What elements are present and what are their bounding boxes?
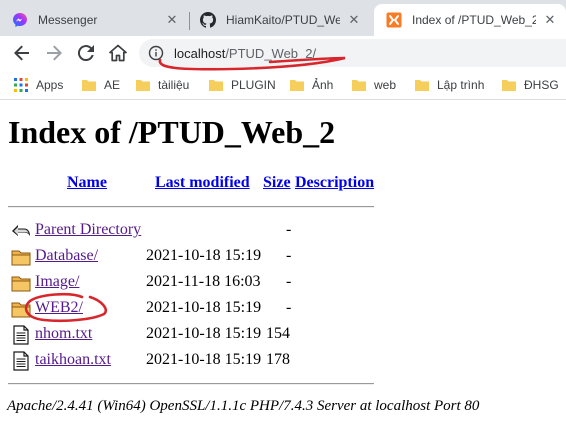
entry-modified: 2021-11-18 16:03 [146,273,261,290]
entry-name-link[interactable]: nhom.txt [35,325,92,343]
folder-icon [82,80,96,91]
tab-title: Index of /PTUD_Web_2 [412,13,536,27]
entry-name-link[interactable]: WEB2/ [35,299,83,317]
table-header: Name Last modified Size Description [0,174,400,194]
entry-size: 154 [266,325,290,342]
bookmark-label: tàiliệu [158,78,190,92]
bookmark-apps[interactable]: Apps [14,77,63,93]
bookmark-folder-anh[interactable]: Ảnh [290,77,333,93]
info-icon[interactable] [148,45,164,61]
folder-icon [11,276,31,292]
close-icon[interactable]: ✕ [164,12,180,28]
bookmark-label: Apps [36,78,64,92]
bookmark-folder-web[interactable]: web [352,77,396,93]
bookmark-label: Lập trình [437,78,485,92]
back-folder-icon [12,225,30,236]
entry-size: - [286,299,292,316]
bookmark-folder-plugin[interactable]: PLUGIN [209,77,276,93]
bookmarks-bar: Apps AE tàiliệu PLUGIN Ảnh web Lập trình… [0,70,566,100]
divider [8,206,374,208]
table-row: Parent Directory - [8,221,378,241]
bookmark-label: PLUGIN [231,78,276,92]
sort-by-size-link[interactable]: Size [263,174,291,192]
forward-arrow-icon [47,45,62,61]
page-title: Index of /PTUD_Web_2 [8,114,336,150]
table-row: Image/ 2021-11-18 16:03 - [8,273,378,293]
entry-name-link[interactable]: Database/ [35,247,98,265]
bookmark-label: web [374,78,397,92]
github-icon [200,12,216,28]
tab-title: HiamKaito/PTUD_Web_ [226,13,340,27]
folder-icon [11,250,31,266]
entry-name-link[interactable]: Image/ [35,273,79,291]
entry-modified: 2021-10-18 15:19 [146,351,262,368]
url-host: localhost [174,46,226,61]
page-content: Index of /PTUD_Web_2 Name Last modified … [0,101,566,432]
table-row: nhom.txt 2021-10-18 15:19 154 [8,325,378,345]
entry-size: - [286,273,292,290]
text-file-icon [13,351,29,371]
folder-icon [136,80,150,91]
close-icon[interactable]: ✕ [346,12,362,28]
folder-icon [352,80,366,91]
bookmark-folder-tailieu[interactable]: tàiliệu [136,77,189,93]
table-row: taikhoan.txt 2021-10-18 15:19 178 [8,351,378,371]
messenger-icon [13,13,27,27]
entry-size: - [286,247,292,264]
table-row: Database/ 2021-10-18 15:19 - [8,247,378,267]
entry-modified: 2021-10-18 15:19 [146,325,262,342]
entry-modified: 2021-10-18 15:19 [146,299,262,316]
url-path: /PTUD_Web_2/ [225,46,317,61]
bookmark-label: ĐHSG [524,78,559,92]
folder-icon [415,80,429,91]
reload-icon [78,45,94,61]
home-button[interactable] [104,39,132,67]
text-file-icon [13,325,29,345]
back-arrow-icon [14,45,29,61]
folder-icon [502,80,516,91]
bookmark-folder-laptrinh[interactable]: Lập trình [415,77,484,93]
divider [8,383,374,385]
bookmark-folder-ae[interactable]: AE [82,77,120,93]
tab-index-of-ptud[interactable]: Index of /PTUD_Web_2 ✕ [374,4,566,36]
apps-grid-icon [14,78,28,92]
xampp-icon [386,12,402,28]
entry-size: - [286,221,292,238]
sort-by-last-modified-link[interactable]: Last modified [155,174,250,192]
folder-icon [11,302,31,318]
sort-by-description-link[interactable]: Description [295,174,374,192]
bookmark-label: Ảnh [312,78,334,92]
address-bar[interactable]: localhost/PTUD_Web_2/ [139,39,566,67]
bookmark-folder-dhsg[interactable]: ĐHSG [502,77,559,93]
entry-name-link[interactable]: taikhoan.txt [35,351,111,369]
entry-modified: 2021-10-18 15:19 [146,247,262,264]
folder-icon [209,80,223,91]
tab-messenger[interactable]: Messenger ✕ [0,4,188,36]
bookmark-label: AE [104,78,121,92]
tab-strip: Messenger ✕ HiamKaito/PTUD_Web_ ✕ Index … [0,0,566,36]
reload-button[interactable] [72,39,100,67]
server-signature: Apache/2.4.41 (Win64) OpenSSL/1.1.1c PHP… [7,398,480,414]
folder-icon [290,80,304,91]
home-icon [109,44,127,62]
back-button[interactable] [8,39,36,67]
table-row: WEB2/ 2021-10-18 15:19 - [8,299,378,319]
close-icon[interactable]: ✕ [542,12,558,28]
tab-title: Messenger [38,13,98,27]
sort-by-name-link[interactable]: Name [67,174,107,192]
url-text[interactable]: localhost/PTUD_Web_2/ [174,46,316,61]
browser-toolbar: localhost/PTUD_Web_2/ [0,36,566,70]
tab-github[interactable]: HiamKaito/PTUD_Web_ ✕ [190,4,370,36]
forward-button[interactable] [40,39,68,67]
entry-size: 178 [266,351,290,368]
entry-name-link[interactable]: Parent Directory [35,221,141,239]
